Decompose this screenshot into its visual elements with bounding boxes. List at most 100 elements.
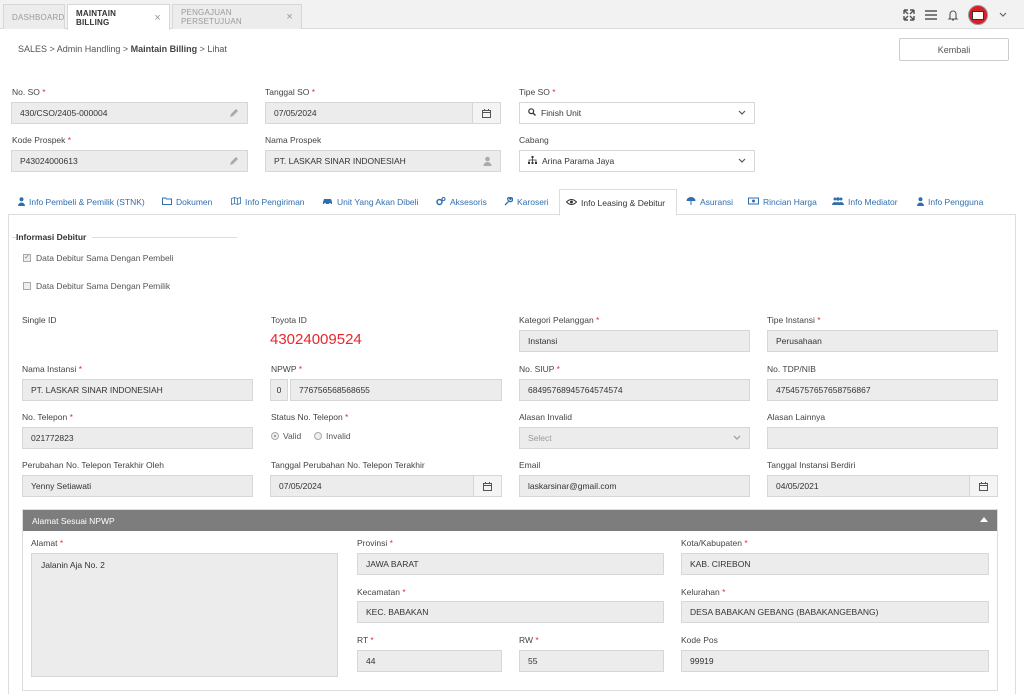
radio-label: Invalid bbox=[326, 431, 351, 441]
user-icon bbox=[18, 196, 25, 208]
perubahan-oleh-label: Perubahan No. Telepon Terakhir Oleh bbox=[22, 460, 164, 470]
alasan-lainnya-field[interactable] bbox=[767, 427, 998, 449]
telepon-field[interactable]: 021772823 bbox=[22, 427, 253, 449]
npwp-field[interactable]: 776756568568655 bbox=[290, 379, 502, 401]
checkbox-debitur-sama-pembeli[interactable]: ✓ Data Debitur Sama Dengan Pembeli bbox=[23, 253, 174, 263]
tipe-so-select[interactable]: Finish Unit bbox=[519, 102, 755, 124]
checkbox-icon bbox=[23, 282, 31, 290]
tab-info-pembeli[interactable]: Info Pembeli & Pemilik (STNK) bbox=[12, 189, 151, 215]
kota-field[interactable]: KAB. CIREBON bbox=[681, 553, 989, 575]
expand-icon[interactable] bbox=[902, 8, 916, 22]
tab-info-mediator[interactable]: Info Mediator bbox=[826, 189, 904, 215]
tab-label: DASHBOARD bbox=[12, 12, 65, 22]
breadcrumb-maintain-billing[interactable]: Maintain Billing bbox=[131, 44, 198, 54]
single-id-label: Single ID bbox=[22, 315, 57, 325]
checkbox-checked-icon: ✓ bbox=[23, 254, 31, 262]
tipe-instansi-field[interactable]: Perusahaan bbox=[767, 330, 998, 352]
npwp-prefix-field[interactable]: 0 bbox=[270, 379, 288, 401]
user-icon bbox=[483, 156, 492, 169]
tgl-perubahan-field[interactable]: 07/05/2024 bbox=[270, 475, 502, 497]
alamat-npwp-header[interactable]: Alamat Sesuai NPWP bbox=[23, 510, 997, 531]
email-field[interactable]: laskarsinar@gmail.com bbox=[519, 475, 750, 497]
breadcrumb-admin-handling[interactable]: Admin Handling bbox=[57, 44, 121, 54]
kode-prospek-field[interactable]: P43024000613 bbox=[11, 150, 248, 172]
radio-selected-icon bbox=[271, 432, 279, 440]
cogs-icon bbox=[436, 196, 446, 208]
rw-field[interactable]: 55 bbox=[519, 650, 664, 672]
breadcrumb-lihat: Lihat bbox=[207, 44, 227, 54]
pencil-icon bbox=[229, 108, 239, 121]
tab-aksesoris[interactable]: Aksesoris bbox=[430, 189, 493, 215]
folder-icon bbox=[162, 197, 172, 207]
tanggal-so-label: Tanggal SO * bbox=[265, 87, 316, 97]
npwp-label: NPWP * bbox=[271, 364, 303, 374]
tab-pengajuan-persetujuan[interactable]: PENGAJUAN PERSETUJUAN × bbox=[172, 4, 302, 29]
car-icon bbox=[322, 197, 333, 207]
tab-dashboard[interactable]: DASHBOARD bbox=[3, 4, 65, 29]
tab-asuransi[interactable]: Asuransi bbox=[680, 189, 739, 215]
caret-up-icon[interactable] bbox=[980, 517, 988, 522]
breadcrumb-sep: > bbox=[47, 44, 57, 54]
checkbox-label: Data Debitur Sama Dengan Pemilik bbox=[36, 281, 171, 291]
alamat-textarea[interactable]: Jalanin Aja No. 2 bbox=[31, 553, 338, 677]
rt-label: RT * bbox=[357, 635, 374, 645]
radio-valid[interactable]: Valid bbox=[271, 431, 301, 441]
nama-instansi-field[interactable]: PT. LASKAR SINAR INDONESIAH bbox=[22, 379, 253, 401]
tab-rincian-harga[interactable]: Rincian Harga bbox=[742, 189, 823, 215]
tab-maintain-billing[interactable]: MAINTAIN BILLING × bbox=[67, 4, 170, 30]
back-button[interactable]: Kembali bbox=[899, 38, 1009, 61]
chevron-down-icon bbox=[738, 108, 746, 119]
nama-prospek-label: Nama Prospek bbox=[265, 135, 322, 145]
cabang-label: Cabang bbox=[519, 135, 549, 145]
close-icon[interactable]: × bbox=[286, 11, 293, 23]
provinsi-field[interactable]: JAWA BARAT bbox=[357, 553, 664, 575]
bell-icon[interactable] bbox=[946, 8, 960, 22]
radio-icon bbox=[314, 432, 322, 440]
tab-info-leasing-debitur[interactable]: Info Leasing & Debitur bbox=[559, 189, 677, 216]
top-tab-bar: DASHBOARD MAINTAIN BILLING × PENGAJUAN PE… bbox=[0, 0, 1024, 30]
kecamatan-field[interactable]: KEC. BABAKAN bbox=[357, 601, 664, 623]
tdp-field[interactable]: 47545757657658756867 bbox=[767, 379, 998, 401]
calendar-icon[interactable] bbox=[472, 103, 500, 123]
radio-invalid[interactable]: Invalid bbox=[314, 431, 351, 441]
close-icon[interactable]: × bbox=[154, 12, 161, 24]
nama-prospek-field[interactable]: PT. LASKAR SINAR INDONESIAH bbox=[265, 150, 501, 172]
no-so-field[interactable]: 430/CSO/2405-000004 bbox=[11, 102, 248, 124]
kecamatan-label: Kecamatan * bbox=[357, 587, 406, 597]
telepon-label: No. Telepon * bbox=[22, 412, 73, 422]
tab-info-pengguna[interactable]: Info Pengguna bbox=[911, 189, 989, 215]
tab-info-pengiriman[interactable]: Info Pengiriman bbox=[225, 189, 311, 215]
siup-field[interactable]: 68495768945764574574 bbox=[519, 379, 750, 401]
calendar-icon[interactable] bbox=[473, 476, 501, 496]
chevron-down-icon[interactable] bbox=[996, 8, 1010, 22]
tgl-berdiri-field[interactable]: 04/05/2021 bbox=[767, 475, 998, 497]
tab-dokumen[interactable]: Dokumen bbox=[156, 189, 218, 215]
breadcrumb-sales[interactable]: SALES bbox=[18, 44, 47, 54]
perubahan-oleh-field[interactable]: Yenny Setiawati bbox=[22, 475, 253, 497]
tab-karoseri[interactable]: Karoseri bbox=[498, 189, 555, 215]
tanggal-so-field[interactable]: 07/05/2024 bbox=[265, 102, 501, 124]
rt-field[interactable]: 44 bbox=[357, 650, 502, 672]
cabang-select[interactable]: Arina Parama Jaya bbox=[519, 150, 755, 172]
avatar-icon[interactable] bbox=[968, 5, 988, 25]
hamburger-icon[interactable] bbox=[924, 8, 938, 22]
checkbox-debitur-sama-pemilik[interactable]: Data Debitur Sama Dengan Pemilik bbox=[23, 281, 170, 291]
kelurahan-field[interactable]: DESA BABAKAN GEBANG (BABAKANGEBANG) bbox=[681, 601, 989, 623]
sitemap-icon bbox=[528, 156, 537, 166]
tab-unit-yang-akan-dibeli[interactable]: Unit Yang Akan Dibeli bbox=[316, 189, 424, 215]
umbrella-icon bbox=[686, 196, 696, 208]
alasan-invalid-select[interactable]: Select bbox=[519, 427, 750, 449]
pencil-icon bbox=[229, 156, 239, 169]
tab-label: PENGAJUAN PERSETUJUAN bbox=[181, 8, 242, 26]
tab-label: MAINTAIN BILLING bbox=[76, 8, 117, 27]
section-tabs: Info Pembeli & Pemilik (STNK) Dokumen In… bbox=[8, 189, 1016, 216]
kategori-field[interactable]: Instansi bbox=[519, 330, 750, 352]
tgl-berdiri-label: Tanggal Instansi Berdiri bbox=[767, 460, 856, 470]
rw-label: RW * bbox=[519, 635, 539, 645]
top-icons bbox=[902, 4, 1010, 26]
email-label: Email bbox=[519, 460, 541, 470]
kodepos-field[interactable]: 99919 bbox=[681, 650, 989, 672]
calendar-icon[interactable] bbox=[969, 476, 997, 496]
eye-icon bbox=[565, 198, 578, 208]
provinsi-label: Provinsi * bbox=[357, 538, 393, 548]
